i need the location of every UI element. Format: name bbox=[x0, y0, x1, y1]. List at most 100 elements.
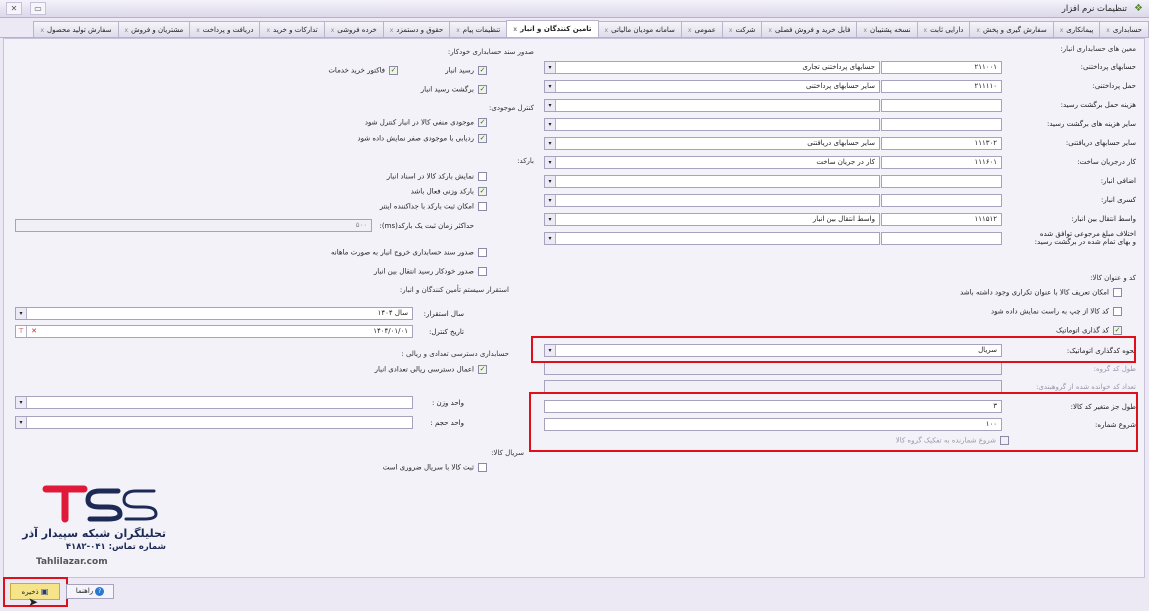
tab-3[interactable]: دارایی ثابتx bbox=[916, 21, 971, 37]
tab-16[interactable]: سفارش تولید محصولx bbox=[33, 21, 119, 37]
tab-close-icon[interactable]: x bbox=[768, 27, 772, 34]
tab-close-icon[interactable]: x bbox=[125, 27, 129, 34]
account-name-select-3[interactable]: ▾ bbox=[544, 118, 880, 131]
tab-close-icon[interactable]: x bbox=[688, 27, 692, 34]
check-zero-stock[interactable]: ✓ردیابی با موجودی صفر نمایش داده شود bbox=[358, 134, 487, 143]
account-code-input-9[interactable] bbox=[881, 232, 1002, 245]
tab-14[interactable]: دریافت و پرداختx bbox=[189, 21, 261, 37]
account-code-input-8[interactable]: ۱۱۱۵۱۲ bbox=[881, 213, 1002, 226]
tab-11[interactable]: حقوق و دستمزدx bbox=[382, 21, 451, 37]
account-code-input-0[interactable]: ۲۱۱۰۰۱ bbox=[881, 61, 1002, 74]
account-name-select-4[interactable]: ▾ سایر حسابهای دریافتنی bbox=[544, 137, 880, 150]
tab-close-icon[interactable]: x bbox=[266, 27, 270, 34]
tab-close-icon[interactable]: x bbox=[924, 27, 928, 34]
check-auto-transfer[interactable]: صدور خودکار رسید انتقال بین انبار bbox=[374, 267, 487, 276]
check-enter-separator[interactable]: امکان ثبت بارکد با جداکننده اینتر bbox=[380, 202, 487, 211]
check-service-invoice[interactable]: ✓ فاکتور خرید خدمات bbox=[328, 66, 398, 75]
tab-8[interactable]: سامانه مودیان مالیاتیx bbox=[597, 21, 682, 37]
tab-close-icon[interactable]: x bbox=[513, 26, 517, 33]
group-code-len-input[interactable] bbox=[544, 362, 1002, 375]
tab-5[interactable]: فایل خرید و فروش فصلیx bbox=[761, 21, 858, 37]
tab-close-icon[interactable]: x bbox=[605, 27, 609, 34]
account-code-input-5[interactable]: ۱۱۱۶۰۱ bbox=[881, 156, 1002, 169]
date-input[interactable]: ⊤ ✕ ۱۴۰۴/۰۱/۰۱ bbox=[15, 325, 413, 338]
tab-close-icon[interactable]: x bbox=[976, 27, 980, 34]
check-barcode-display[interactable]: نمایش بارکد کالا در اسناد انبار bbox=[387, 172, 487, 181]
tab-close-icon[interactable]: x bbox=[456, 27, 460, 34]
tab-close-icon[interactable]: x bbox=[863, 27, 867, 34]
check-auto-code[interactable]: ✓ کد گذاری اتوماتیک bbox=[1056, 326, 1122, 335]
label-text: اختلاف مبلغ مرجوعی توافق شده bbox=[1039, 230, 1136, 238]
barcode-time-input[interactable]: ۵۰۰ bbox=[15, 219, 372, 232]
close-icon: ✕ bbox=[10, 4, 18, 13]
tab-label: شرکت bbox=[735, 26, 756, 34]
tab-0[interactable]: حسابداریx bbox=[1099, 21, 1149, 37]
tab-close-icon[interactable]: x bbox=[729, 27, 733, 34]
account-code-input-7[interactable] bbox=[881, 194, 1002, 207]
chevron-down-icon: ▾ bbox=[545, 81, 556, 92]
check-weight-barcode[interactable]: ✓ بارکد وزنی فعال باشد bbox=[411, 187, 487, 196]
title-bar: ❖ تنظیمات نرم افزار ✕ ▭ bbox=[0, 0, 1149, 18]
account-name-select-8[interactable]: ▾ واسط انتقال بین انبار bbox=[544, 213, 880, 226]
weight-select[interactable]: ▾ bbox=[15, 396, 413, 409]
label-text: کسری انبار: bbox=[1100, 196, 1136, 204]
volume-select[interactable]: ▾ bbox=[15, 416, 413, 429]
account-code-input-1[interactable]: ۲۱۱۱۱۰ bbox=[881, 80, 1002, 93]
check-warehouse-receipt[interactable]: ✓ رسید انبار bbox=[445, 66, 487, 75]
tab-13[interactable]: تدارکات و خریدx bbox=[259, 21, 325, 37]
account-name-select-7[interactable]: ▾ bbox=[544, 194, 880, 207]
maximize-window-button[interactable]: ▭ bbox=[30, 2, 46, 15]
tab-10[interactable]: تنظیمات پیامx bbox=[449, 21, 508, 37]
check-negative-stock[interactable]: ✓ موجودی منفی کالا در انبار کنترل شود bbox=[365, 118, 487, 127]
check-ltr-code[interactable]: کد کالا از چپ به راست نمایش داده شود bbox=[991, 307, 1122, 316]
tab-6[interactable]: شرکتx bbox=[721, 21, 763, 37]
tab-12[interactable]: خرده فروشیx bbox=[323, 21, 384, 37]
account-name-select-2[interactable]: ▾ bbox=[544, 99, 880, 112]
check-return-receipt[interactable]: ✓ برگشت رسید انبار bbox=[421, 85, 487, 94]
account-name-select-5[interactable]: ▾ کار در جریان ساخت bbox=[544, 156, 880, 169]
check-serial-required[interactable]: ثبت کالا با سریال ضروری است bbox=[383, 463, 487, 472]
tab-close-icon[interactable]: x bbox=[390, 27, 394, 34]
tab-label: تنظیمات پیام bbox=[462, 26, 501, 34]
tab-1[interactable]: پیمانکاریx bbox=[1052, 21, 1101, 37]
account-name-select-9[interactable]: ▾ bbox=[544, 232, 880, 245]
year-select[interactable]: ▾ سال ۱۴۰۴ bbox=[15, 307, 413, 320]
check-label: صدور سند حسابداری خروج انبار به صورت ماه… bbox=[331, 248, 474, 257]
check-monthly-doc[interactable]: صدور سند حسابداری خروج انبار به صورت ماه… bbox=[331, 248, 487, 257]
tab-close-icon[interactable]: x bbox=[196, 27, 200, 34]
chevron-down-icon: ▾ bbox=[16, 417, 27, 428]
tab-15[interactable]: مشتریان و فروشx bbox=[117, 21, 191, 37]
checkbox-icon: ✓ bbox=[389, 66, 398, 75]
tab-close-icon[interactable]: x bbox=[1060, 27, 1064, 34]
close-window-button[interactable]: ✕ bbox=[6, 2, 22, 15]
chevron-down-icon: ▾ bbox=[545, 195, 556, 206]
tab-close-icon[interactable]: x bbox=[331, 27, 335, 34]
account-name-select-1[interactable]: ▾ سایر حسابهای پرداختنی bbox=[544, 80, 880, 93]
barcode-title: بارکد: bbox=[517, 157, 534, 165]
tab-label: سامانه مودیان مالیاتی bbox=[611, 26, 675, 34]
account-name-select-0[interactable]: ▾ حسابهای پرداختنی تجاری bbox=[544, 61, 880, 74]
check-duplicate-title[interactable]: امکان تعریف کالا با عنوان تکراری وجود دا… bbox=[960, 288, 1122, 297]
tab-close-icon[interactable]: x bbox=[1106, 27, 1110, 34]
account-code-input-2[interactable] bbox=[881, 99, 1002, 112]
chevron-down-icon: ▾ bbox=[545, 119, 556, 130]
tab-label: حقوق و دستمزد bbox=[396, 26, 444, 34]
account-code-input-6[interactable] bbox=[881, 175, 1002, 188]
tab-close-icon[interactable]: x bbox=[40, 27, 44, 34]
date-label: تاریخ کنترل: bbox=[428, 328, 464, 336]
app-icon: ❖ bbox=[1134, 3, 1143, 14]
account-name-select-6[interactable]: ▾ bbox=[544, 175, 880, 188]
tab-4[interactable]: نسخه پشتیبانx bbox=[856, 21, 918, 37]
label-text: حمل پرداختنی: bbox=[1092, 82, 1136, 90]
check-access-rial[interactable]: ✓ اعمال دسترسی ریالی تعدادی انبار bbox=[375, 365, 487, 374]
serial-title: سریال کالا: bbox=[491, 449, 524, 457]
help-button[interactable]: ?راهنما bbox=[66, 584, 114, 599]
tab-9[interactable]: تامین کنندگان و انبارx bbox=[506, 20, 599, 37]
tab-2[interactable]: سفارش گیری و پخشx bbox=[969, 21, 1054, 37]
check-label: نمایش بارکد کالا در اسناد انبار bbox=[386, 172, 474, 181]
account-code-input-4[interactable]: ۱۱۱۳۰۲ bbox=[881, 137, 1002, 150]
account-code-input-3[interactable] bbox=[881, 118, 1002, 131]
calendar-icon[interactable]: ⊤ bbox=[16, 326, 27, 337]
clear-icon[interactable]: ✕ bbox=[29, 326, 39, 337]
tab-7[interactable]: عمومیx bbox=[680, 21, 723, 37]
